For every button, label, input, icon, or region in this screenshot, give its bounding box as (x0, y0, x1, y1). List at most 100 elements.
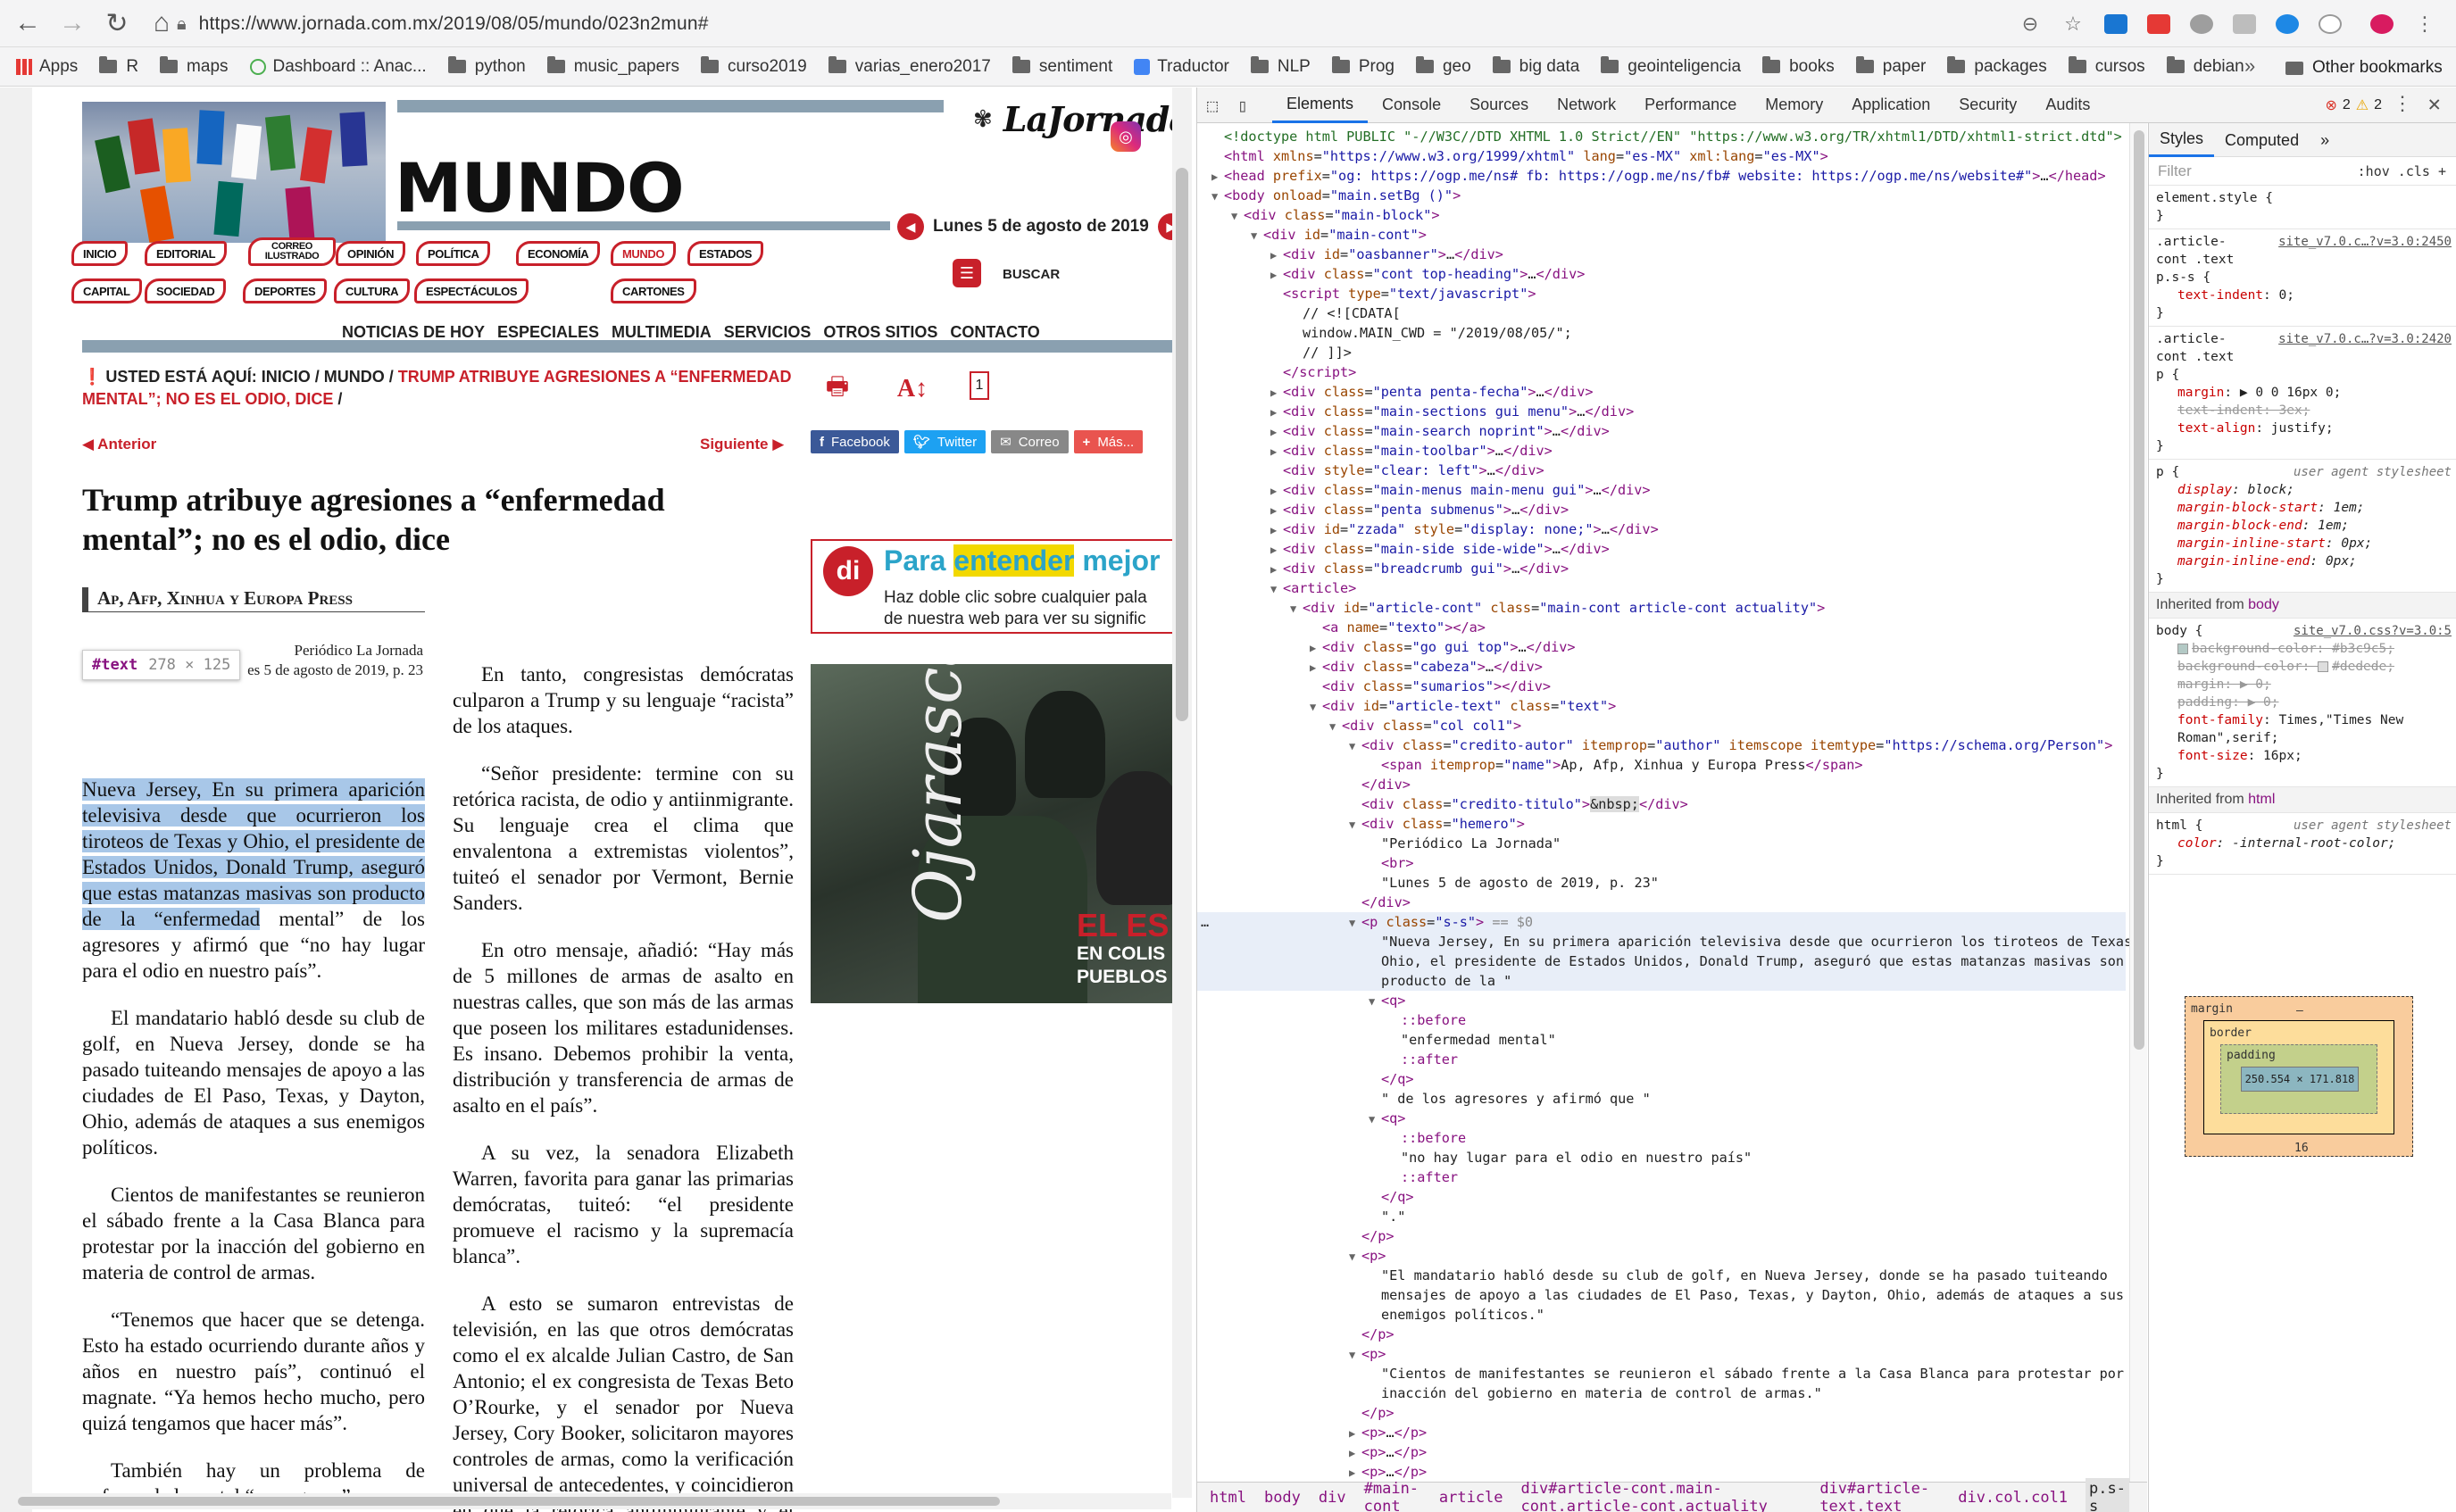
bookmark-big-data[interactable]: big data (1492, 56, 1579, 77)
dom-node-line[interactable]: ▼ <div class="hemero"> (1197, 814, 2126, 835)
dom-node-line[interactable]: "Lunes 5 de agosto de 2019, p. 23" (1197, 873, 2126, 893)
dom-node-line[interactable]: ::before (1197, 1128, 2126, 1148)
tab-application[interactable]: Application (1837, 87, 1944, 123)
dom-node-line[interactable]: <!doctype html PUBLIC "-//W3C//DTD XHTML… (1197, 127, 2126, 146)
tab-console[interactable]: Console (1368, 87, 1455, 123)
dom-node-line[interactable]: <span itemprop="name">Ap, Afp, Xinhua y … (1197, 755, 2126, 775)
expand-arrow-icon[interactable]: ▼ (1290, 599, 1303, 619)
dom-node-line[interactable]: ▶ <div class="main-search noprint">…</div… (1197, 421, 2126, 442)
site-logo[interactable]: ✾ LaJornada ◎ (973, 95, 1191, 152)
expand-arrow-icon[interactable]: ▼ (1231, 206, 1244, 226)
bookmark-r[interactable]: R (99, 56, 138, 77)
dom-node-line[interactable]: " de los agresores y afirmó que " (1197, 1089, 2126, 1109)
extension-icon[interactable] (2276, 14, 2299, 34)
bookmark-books[interactable]: books (1762, 56, 1835, 77)
section-link[interactable]: CULTURA (334, 278, 411, 303)
dom-crumb[interactable]: #main-cont (1364, 1480, 1421, 1512)
dom-node-line[interactable]: ▼ <article> (1197, 578, 2126, 599)
bookmark-varias[interactable]: varias_enero2017 (828, 56, 991, 77)
expand-arrow-icon[interactable]: ▼ (1349, 736, 1361, 756)
expand-arrow-icon[interactable]: ▶ (1270, 422, 1283, 442)
dom-node-line[interactable]: <br> (1197, 853, 2126, 873)
dom-node-line[interactable]: ::after (1197, 1167, 2126, 1187)
expand-arrow-icon[interactable]: ▶ (1270, 442, 1283, 461)
section-link[interactable]: POLÍTICA (416, 241, 491, 266)
bookmark-geointeligencia[interactable]: geointeligencia (1601, 56, 1741, 77)
expand-arrow-icon[interactable]: ▶ (1310, 638, 1322, 658)
dom-node-line[interactable]: ::before (1197, 1010, 2126, 1030)
dom-node-line[interactable]: ▼ <div id="article-text" class="text"> (1197, 696, 2126, 717)
close-icon[interactable]: ✕ (2428, 91, 2441, 116)
dom-crumb[interactable]: div (1319, 1489, 1346, 1507)
expand-arrow-icon[interactable]: ▶ (1270, 383, 1283, 403)
tab-security[interactable]: Security (1944, 87, 2031, 123)
font-size-badge[interactable]: 1 (970, 371, 989, 400)
bookmark-traductor[interactable]: Traductor (1134, 57, 1229, 77)
nav-link[interactable]: CONTACTO (950, 323, 1039, 342)
dom-node-line[interactable]: ▶ <p>…</p> (1197, 1423, 2126, 1443)
expand-arrow-icon[interactable]: ▶ (1270, 540, 1283, 560)
bookmark-maps[interactable]: maps (160, 56, 229, 77)
dom-node-line[interactable]: "Cientos de manifestantes se reunieron e… (1197, 1364, 2129, 1383)
dom-node-line[interactable]: <div style="clear: left">…</div> (1197, 461, 2126, 480)
dom-node-line[interactable]: "enfermedad mental" (1197, 1030, 2126, 1050)
dom-node-line[interactable]: ▼ <p> (1197, 1344, 2126, 1365)
section-link[interactable]: INICIO (71, 241, 129, 266)
dom-node-line[interactable]: ▶ <div class="main-sections gui menu">…</… (1197, 402, 2126, 422)
bookmark-dashboard[interactable]: Dashboard :: Anac... (249, 57, 427, 77)
dom-node-line[interactable]: <div class="sumarios"></div> (1197, 677, 2126, 696)
dom-node-line[interactable]: mensajes de apoyo a las ciudades de El P… (1197, 1285, 2126, 1305)
dom-tree[interactable]: <!doctype html PUBLIC "-//W3C//DTD XHTML… (1197, 123, 2129, 1480)
dom-node-line[interactable]: ▼ <p> (1197, 1246, 2126, 1267)
dom-crumb[interactable]: div.col.col1 (1958, 1489, 2068, 1507)
tab-performance[interactable]: Performance (1630, 87, 1751, 123)
section-link[interactable]: SOCIEDAD (145, 278, 227, 303)
expand-arrow-icon[interactable]: ▼ (1270, 579, 1283, 599)
dom-node-line[interactable]: ▼ <div class="credito-autor" itemprop="au… (1197, 735, 2126, 756)
dom-node-line[interactable]: producto de la " (1197, 971, 2126, 991)
dom-node-line[interactable]: </p> (1197, 1325, 2126, 1344)
bookmark-curso2019[interactable]: curso2019 (701, 56, 807, 77)
extension-icon[interactable] (2147, 14, 2170, 34)
dom-node-line[interactable]: ▶ <p>…</p> (1197, 1462, 2126, 1480)
scroll-thumb[interactable] (2134, 130, 2144, 1050)
css-rule[interactable]: .article-cont .text p.s-s {site_v7.0.c…?v… (2149, 229, 2456, 327)
section-link[interactable]: CAPITAL (71, 278, 142, 303)
dom-node-line[interactable]: ▶ <div class="cont top-heading">…</div> (1197, 264, 2126, 285)
scroll-thumb[interactable] (1176, 168, 1188, 721)
tab-computed[interactable]: Computed (2214, 123, 2310, 157)
dom-crumb[interactable]: div#article-text.text (1819, 1480, 1940, 1512)
extension-icon[interactable] (2233, 14, 2256, 34)
prev-article-link[interactable]: ◀ Anterior (82, 436, 156, 453)
dom-node-line[interactable]: <html xmlns="https://www.w3.org/1999/xht… (1197, 146, 2126, 166)
dom-node-line[interactable]: ▶ <div class="main-toolbar">…</div> (1197, 441, 2126, 461)
instagram-icon[interactable]: ◎ (1111, 121, 1141, 152)
share-facebook-button[interactable]: f Facebook (811, 430, 899, 453)
dom-node-line[interactable]: Ohio, el presidente de Estados Unidos, D… (1197, 951, 2126, 971)
dom-node-line[interactable]: ::after (1197, 1050, 2126, 1069)
section-link-active[interactable]: MUNDO (611, 241, 677, 266)
expand-arrow-icon[interactable]: ▼ (1349, 1345, 1361, 1365)
extension-icon[interactable] (2104, 14, 2127, 34)
dom-node-line[interactable]: // <![CDATA[ (1197, 303, 2126, 323)
dom-node-line[interactable]: ▼ <div id="main-cont"> (1197, 225, 2126, 245)
dom-node-line[interactable]: inacción del gobierno en materia de cont… (1197, 1383, 2126, 1403)
dom-node-line[interactable]: ▶ <div class="go gui top">…</div> (1197, 637, 2126, 658)
section-link[interactable]: OPINIÓN (336, 241, 406, 266)
tab-sources[interactable]: Sources (1455, 87, 1543, 123)
bookmark-cursos[interactable]: cursos (2068, 56, 2145, 77)
bookmark-debian[interactable]: debian (2166, 56, 2244, 77)
dom-node-line[interactable]: </q> (1197, 1069, 2126, 1089)
font-size-icon[interactable]: A↕ (895, 371, 930, 407)
dom-node-line[interactable]: "Periódico La Jornada" (1197, 834, 2126, 853)
dom-node-line[interactable]: <div class="credito-titulo">&nbsp;</div> (1197, 794, 2126, 814)
bookmark-prog[interactable]: Prog (1331, 56, 1395, 77)
zoom-icon[interactable]: ⊖ (2019, 12, 2042, 36)
expand-arrow-icon[interactable]: ▼ (1329, 717, 1342, 736)
dom-node-line[interactable]: ▼ <div class="col col1"> (1197, 716, 2126, 736)
dom-node-line[interactable]: </div> (1197, 893, 2126, 912)
dom-node-line[interactable]: <script type="text/javascript"> (1197, 284, 2126, 303)
section-link[interactable]: EDITORIAL (145, 241, 228, 266)
expand-arrow-icon[interactable]: ▶ (1270, 481, 1283, 501)
page-scrollbar[interactable] (1172, 87, 1192, 1498)
